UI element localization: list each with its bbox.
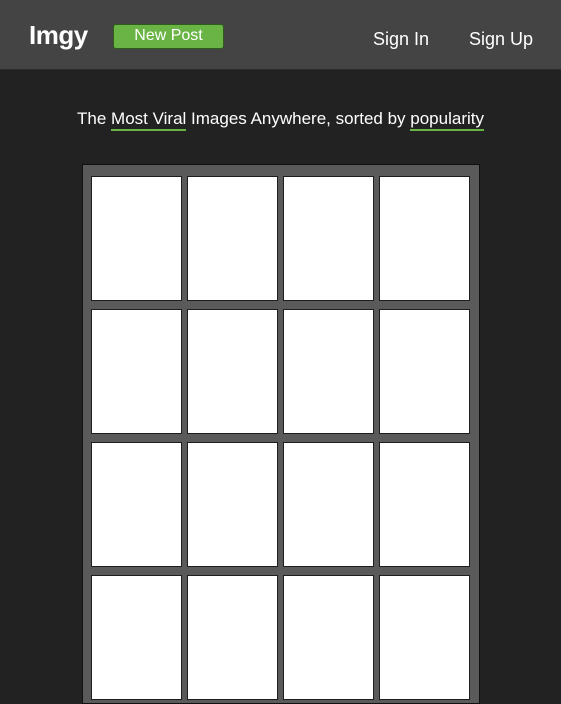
image-thumbnail[interactable] [187, 442, 278, 567]
image-thumbnail[interactable] [91, 575, 182, 700]
sign-in-link[interactable]: Sign In [373, 27, 429, 51]
image-thumbnail[interactable] [187, 176, 278, 301]
image-thumbnail[interactable] [187, 309, 278, 434]
tagline-prefix: The [77, 109, 112, 128]
most-viral-link[interactable]: Most Viral [111, 109, 187, 131]
image-thumbnail[interactable] [379, 309, 470, 434]
image-thumbnail[interactable] [283, 309, 374, 434]
new-post-button[interactable]: New Post [113, 24, 224, 49]
image-thumbnail[interactable] [91, 176, 182, 301]
image-gallery-grid [82, 164, 480, 704]
image-thumbnail[interactable] [283, 176, 374, 301]
tagline-middle: Images Anywhere, sorted by [186, 109, 411, 128]
site-logo[interactable]: Imgy [29, 18, 88, 52]
image-thumbnail[interactable] [283, 442, 374, 567]
image-thumbnail[interactable] [283, 575, 374, 700]
image-thumbnail[interactable] [379, 575, 470, 700]
sign-up-link[interactable]: Sign Up [469, 27, 533, 51]
image-thumbnail[interactable] [379, 442, 470, 567]
image-thumbnail[interactable] [379, 176, 470, 301]
top-header: Imgy New Post Sign In Sign Up [0, 0, 561, 70]
image-thumbnail[interactable] [187, 575, 278, 700]
image-thumbnail[interactable] [91, 442, 182, 567]
popularity-sort-link[interactable]: popularity [410, 109, 484, 131]
page-tagline: The Most Viral Images Anywhere, sorted b… [0, 107, 561, 131]
image-thumbnail[interactable] [91, 309, 182, 434]
